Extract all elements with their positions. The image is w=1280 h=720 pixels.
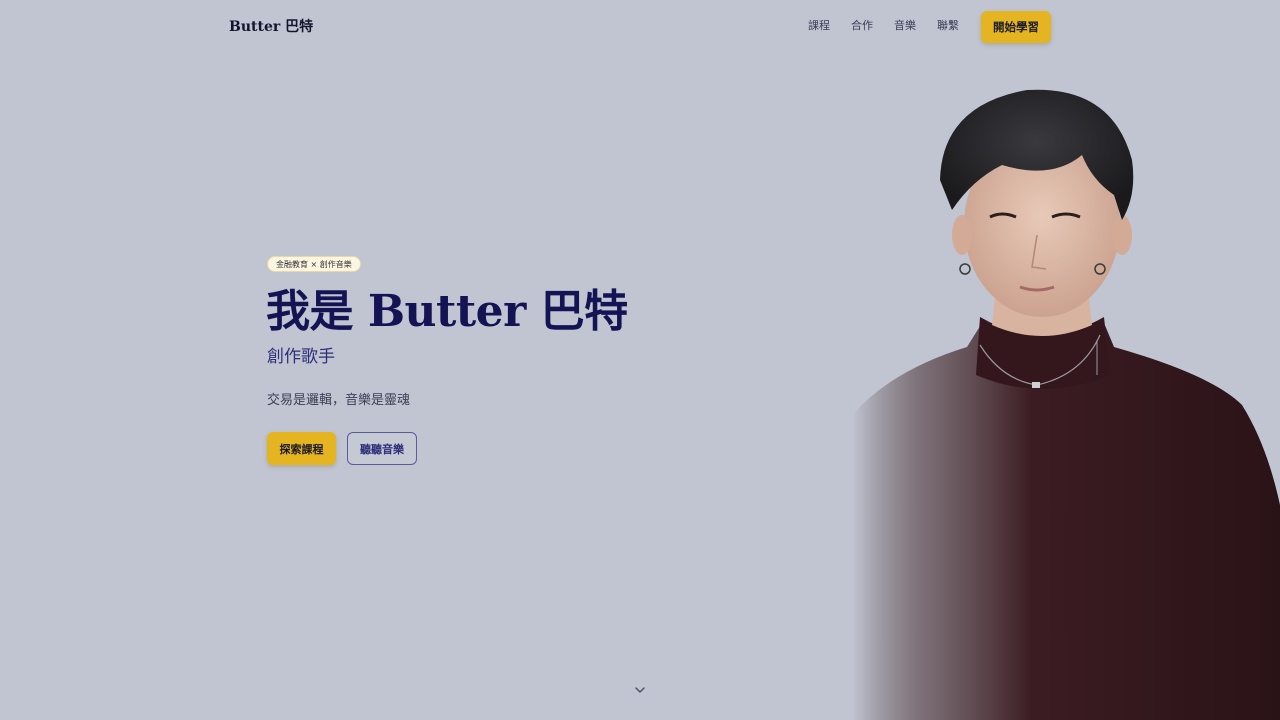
- explore-courses-button[interactable]: 探索課程: [267, 432, 336, 465]
- artist-portrait: [852, 85, 1280, 720]
- brand-logo[interactable]: Butter 巴特: [229, 16, 313, 36]
- hero-tagline: 交易是邏輯，音樂是靈魂: [267, 393, 411, 408]
- hero-subtitle: 創作歌手: [267, 347, 335, 367]
- listen-music-button[interactable]: 聽聽音樂: [347, 432, 417, 465]
- hero-title: 我是 Butter 巴特: [266, 286, 628, 337]
- nav-item-collaboration[interactable]: 合作: [851, 18, 873, 34]
- start-learning-button[interactable]: 開始學習: [981, 11, 1051, 43]
- category-badge: 金融教育 × 創作音樂: [267, 256, 361, 272]
- nav-item-courses[interactable]: 課程: [808, 18, 830, 34]
- site-header: Butter 巴特 課程 合作 音樂 聯繫 開始學習: [0, 0, 1280, 54]
- nav-item-music[interactable]: 音樂: [894, 18, 916, 34]
- main-nav: 課程 合作 音樂 聯繫: [787, 18, 959, 34]
- nav-item-contact[interactable]: 聯繫: [937, 18, 959, 34]
- chevron-down-icon[interactable]: [633, 682, 647, 696]
